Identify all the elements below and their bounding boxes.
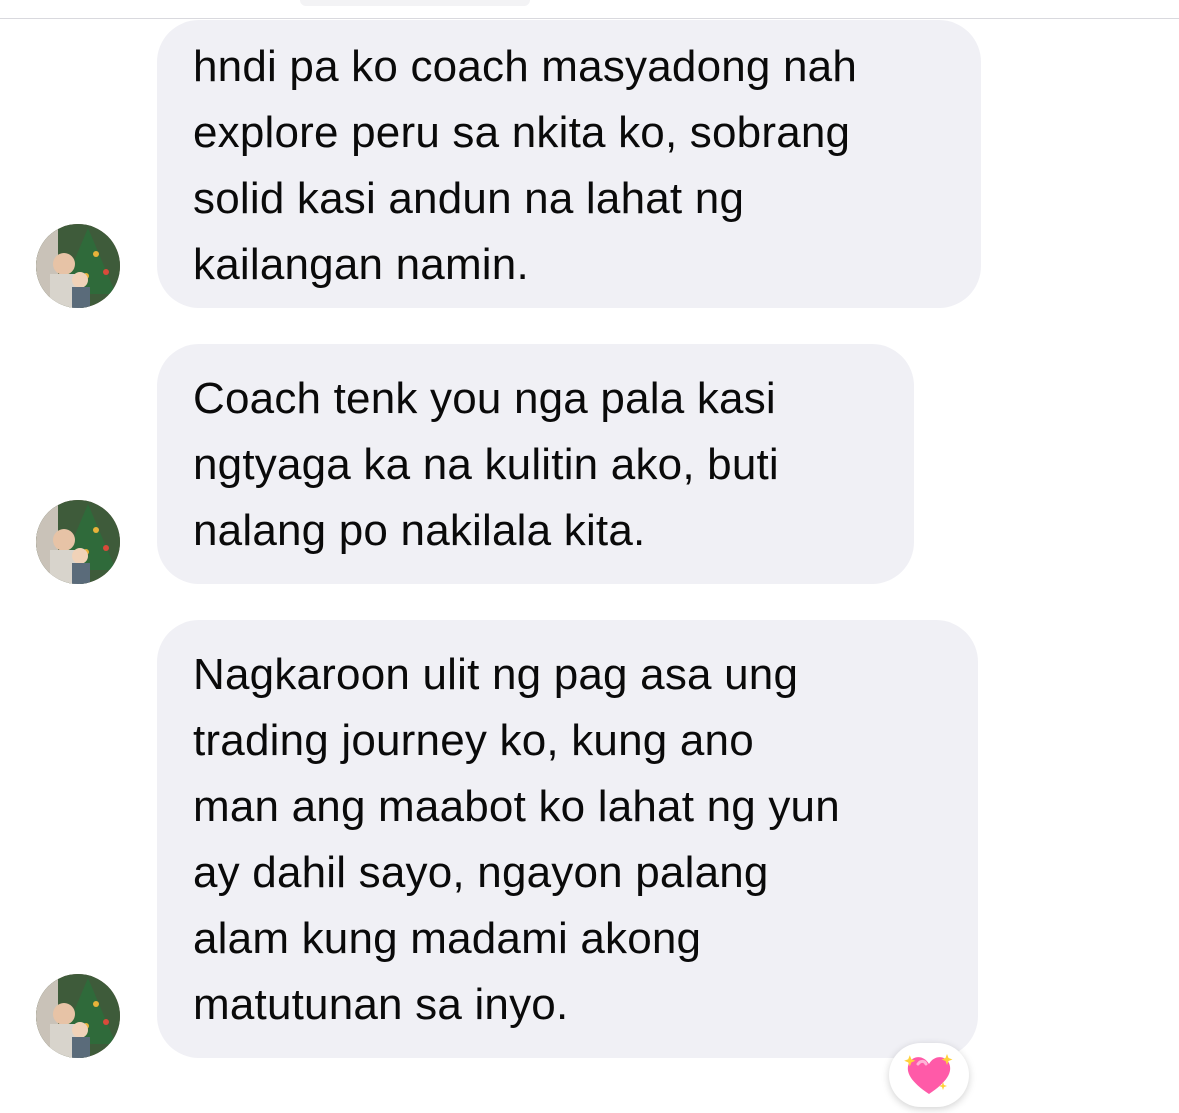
top-divider (0, 18, 1179, 19)
message-text: Coach tenk you nga pala kasi ngtyaga ka … (193, 374, 779, 555)
top-edge-tab (300, 0, 530, 6)
sender-avatar[interactable] (36, 224, 120, 308)
message-bubble[interactable]: Nagkaroon ulit ng pag asa ung trading jo… (157, 620, 978, 1058)
message-text: hndi pa ko coach masyadong nah explore p… (193, 42, 858, 289)
sender-avatar[interactable] (36, 974, 120, 1058)
message-bubble[interactable]: Coach tenk you nga pala kasi ngtyaga ka … (157, 344, 914, 584)
message-reaction[interactable] (889, 1043, 969, 1107)
message-text: Nagkaroon ulit ng pag asa ung trading jo… (193, 650, 840, 1029)
message-bubble[interactable]: hndi pa ko coach masyadong nah explore p… (157, 20, 981, 308)
sender-avatar[interactable] (36, 500, 120, 584)
sparkling-heart-icon (904, 1054, 953, 1094)
